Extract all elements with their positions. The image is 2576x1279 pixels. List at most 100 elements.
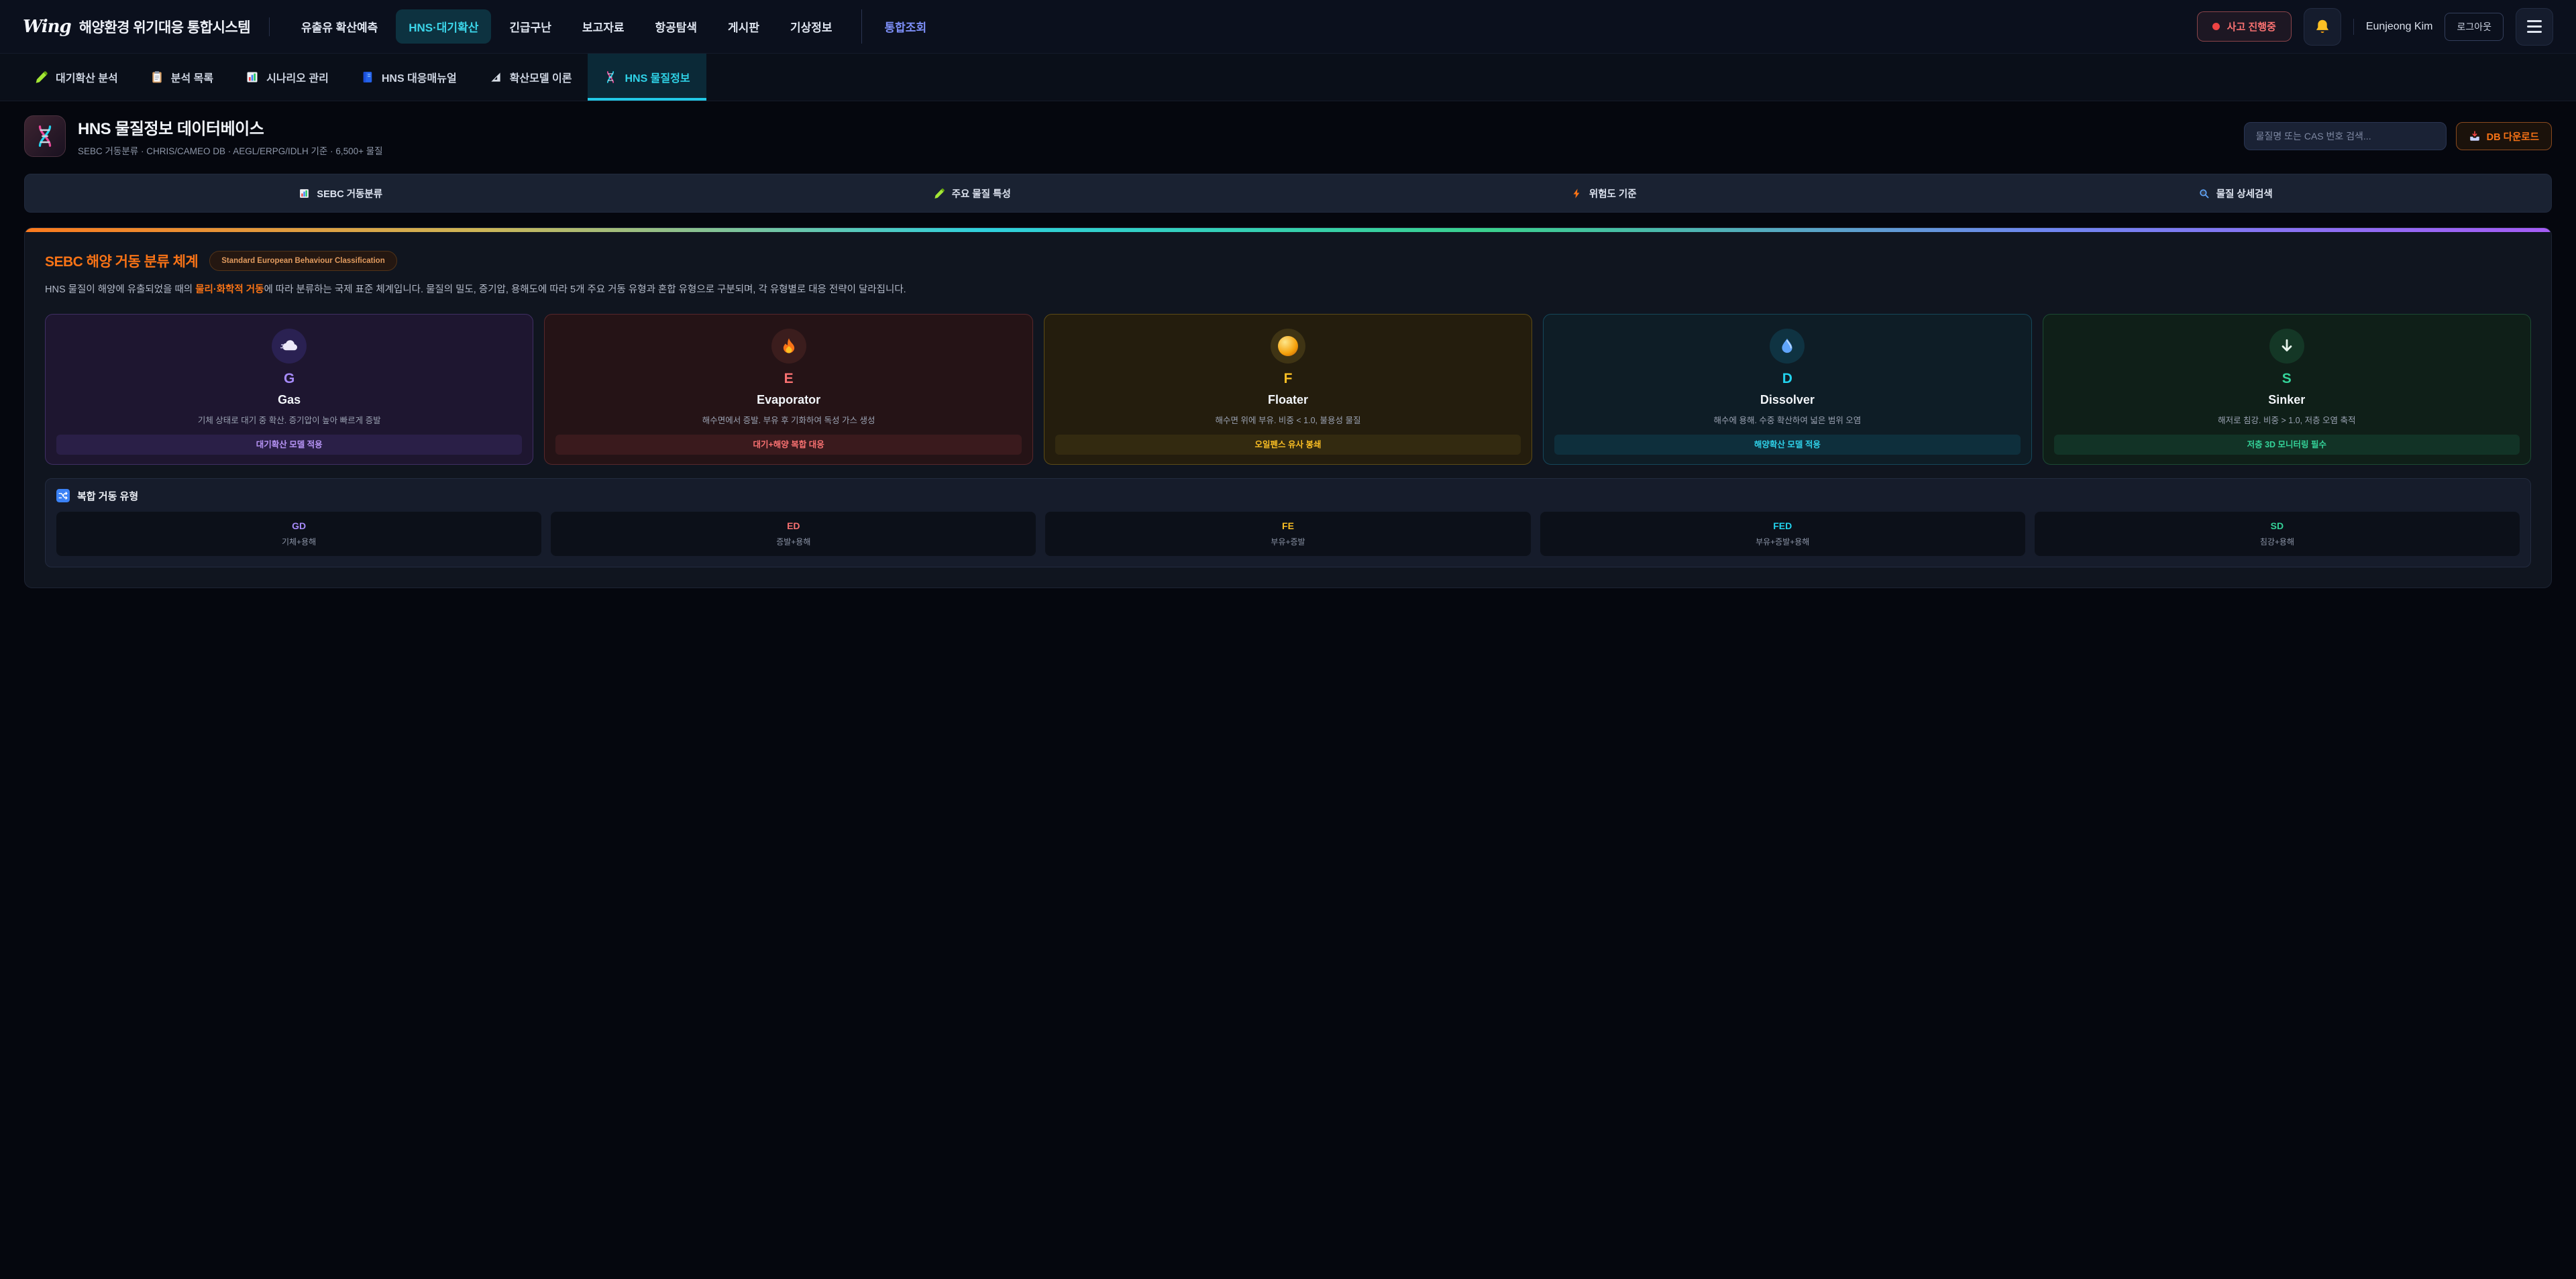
behavior-name: Floater bbox=[1055, 393, 1521, 407]
red-dot-icon bbox=[2212, 23, 2220, 30]
page-header-actions: DB 다운로드 bbox=[2244, 122, 2552, 150]
lightning-icon bbox=[1571, 188, 1582, 199]
complex-items-grid: GD 기체+용해 ED 증발+용해 FE 부유+증발 FED 부유+증발+용해 … bbox=[56, 512, 2520, 556]
tab-sebc-classification[interactable]: SEBC 거동분류 bbox=[25, 174, 657, 212]
triangle-ruler-icon bbox=[489, 70, 502, 84]
menu-item-reports[interactable]: 보고자료 bbox=[570, 9, 637, 44]
section-tabstrip: SEBC 거동분류 주요 물질 특성 위험도 기준 물질 상세검색 bbox=[24, 174, 2552, 213]
behavior-card-dissolver[interactable]: D Dissolver 해수에 용해. 수중 확산하여 넓은 범위 오염 해양확… bbox=[1543, 314, 2031, 465]
bell-icon bbox=[2314, 18, 2331, 36]
subtab-scenario-management[interactable]: 시나리오 관리 bbox=[229, 54, 345, 101]
complex-code: FE bbox=[1282, 520, 1294, 531]
card-icon-circle bbox=[1271, 329, 1305, 364]
yellow-circle-icon bbox=[1278, 336, 1298, 356]
sub-navbar: 대기확산 분석 분석 목록 시나리오 관리 HNS 대응매뉴얼 bbox=[0, 54, 2576, 101]
droplet-icon bbox=[1778, 337, 1796, 355]
complex-behavior-section: 복합 거동 유형 GD 기체+용해 ED 증발+용해 FE 부유+증발 FED … bbox=[45, 478, 2531, 567]
behavior-card-evaporator[interactable]: E Evaporator 해수면에서 증발. 부유 후 기화하여 독성 가스 생… bbox=[544, 314, 1032, 465]
tab-label: 주요 물질 특성 bbox=[952, 186, 1011, 201]
db-download-button[interactable]: DB 다운로드 bbox=[2456, 122, 2552, 150]
behavior-code: D bbox=[1554, 371, 2020, 387]
complex-code: GD bbox=[292, 520, 306, 531]
behavior-card-gas[interactable]: G Gas 기체 상태로 대기 중 확산. 증기압이 높아 빠르게 증발 대기확… bbox=[45, 314, 533, 465]
complex-item-fe[interactable]: FE 부유+증발 bbox=[1045, 512, 1530, 556]
tab-key-properties[interactable]: 주요 물질 특성 bbox=[657, 174, 1289, 212]
divider bbox=[269, 17, 270, 36]
clipboard-icon bbox=[150, 70, 164, 84]
brand[interactable]: Wing 해양환경 위기대응 통합시스템 bbox=[23, 17, 250, 37]
tab-label: 위험도 기준 bbox=[1589, 186, 1637, 201]
menu-item-weather[interactable]: 기상정보 bbox=[777, 9, 845, 44]
description-highlight: 물리·화학적 거동 bbox=[195, 284, 264, 295]
page-header: HNS 물질정보 데이터베이스 SEBC 거동분류 · CHRIS/CAMEO … bbox=[0, 101, 2576, 170]
divider bbox=[2353, 19, 2354, 35]
tab-risk-criteria[interactable]: 위험도 기준 bbox=[1288, 174, 1920, 212]
behavior-desc: 기체 상태로 대기 중 확산. 증기압이 높아 빠르게 증발 bbox=[56, 413, 522, 426]
shuffle-icon bbox=[56, 489, 70, 502]
card-icon-circle bbox=[2269, 329, 2304, 364]
menu-item-hns-dispersion[interactable]: HNS·대기확산 bbox=[396, 9, 491, 44]
subtab-label: HNS 물질정보 bbox=[625, 69, 690, 85]
behavior-code: S bbox=[2054, 371, 2520, 387]
complex-item-fed[interactable]: FED 부유+증발+용해 bbox=[1540, 512, 2025, 556]
behavior-tag: 대기+해양 복합 대응 bbox=[555, 435, 1021, 455]
top-navbar: Wing 해양환경 위기대응 통합시스템 유출유 확산예측 HNS·대기확산 긴… bbox=[0, 0, 2576, 54]
search-icon bbox=[2198, 188, 2210, 199]
complex-section-header: 복합 거동 유형 bbox=[56, 489, 2520, 503]
user-name: Eunjeong Kim bbox=[2366, 21, 2433, 33]
complex-item-gd[interactable]: GD 기체+용해 bbox=[56, 512, 541, 556]
behavior-tag: 해양확산 모델 적용 bbox=[1554, 435, 2020, 455]
subtab-hns-substance-info[interactable]: HNS 물질정보 bbox=[588, 54, 706, 101]
complex-label: 기체+용해 bbox=[282, 536, 316, 547]
menu-item-rescue[interactable]: 긴급구난 bbox=[496, 9, 564, 44]
menu-item-integrated-search[interactable]: 통합조회 bbox=[861, 9, 940, 44]
sebc-main-card: SEBC 해양 거동 분류 체계 Standard European Behav… bbox=[24, 227, 2552, 588]
subtab-label: 분석 목록 bbox=[171, 69, 213, 85]
sebc-section-header: SEBC 해양 거동 분류 체계 Standard European Behav… bbox=[45, 251, 2531, 271]
hamburger-icon bbox=[2527, 20, 2542, 33]
menu-item-board[interactable]: 게시판 bbox=[715, 9, 772, 44]
behavior-desc: 해수에 용해. 수중 확산하여 넓은 범위 오염 bbox=[1554, 413, 2020, 426]
complex-item-ed[interactable]: ED 증발+용해 bbox=[551, 512, 1036, 556]
behavior-desc: 해수면 위에 부유. 비중 < 1.0, 불용성 물질 bbox=[1055, 413, 1521, 426]
subtab-label: 시나리오 관리 bbox=[266, 69, 329, 85]
gas-cloud-icon bbox=[279, 336, 299, 356]
card-icon-circle bbox=[1770, 329, 1805, 364]
subtab-atmos-analysis[interactable]: 대기확산 분석 bbox=[19, 54, 134, 101]
page-header-text: HNS 물질정보 데이터베이스 SEBC 거동분류 · CHRIS/CAMEO … bbox=[78, 115, 383, 157]
page-subtitle: SEBC 거동분류 · CHRIS/CAMEO DB · AEGL/ERPG/I… bbox=[78, 144, 383, 157]
description-text: HNS 물질이 해양에 유출되었을 때의 bbox=[45, 284, 195, 295]
incident-status-badge[interactable]: 사고 진행중 bbox=[2197, 11, 2292, 42]
tab-label: 물질 상세검색 bbox=[2216, 186, 2273, 201]
subtab-hns-manual[interactable]: HNS 대응매뉴얼 bbox=[345, 54, 473, 101]
complex-label: 부유+증발+용해 bbox=[1756, 536, 1809, 547]
incident-badge-label: 사고 진행중 bbox=[2227, 19, 2276, 34]
page-title: HNS 물질정보 데이터베이스 bbox=[78, 115, 383, 139]
behavior-name: Dissolver bbox=[1554, 393, 2020, 407]
behavior-card-sinker[interactable]: S Sinker 해저로 침강. 비중 > 1.0, 저층 오염 축적 저층 3… bbox=[2043, 314, 2531, 465]
book-icon bbox=[361, 70, 374, 84]
menu-item-oil-spill[interactable]: 유출유 확산예측 bbox=[288, 9, 390, 44]
behavior-name: Gas bbox=[56, 393, 522, 407]
behavior-tag: 대기확산 모델 적용 bbox=[56, 435, 522, 455]
bar-chart-icon bbox=[299, 188, 310, 199]
logout-button[interactable]: 로그아웃 bbox=[2445, 13, 2504, 41]
card-icon-circle bbox=[272, 329, 307, 364]
wing-logo: Wing bbox=[23, 17, 71, 37]
description-text: 에 따라 분류하는 국제 표준 체계입니다. 물질의 밀도, 증기압, 용해도에… bbox=[264, 284, 906, 295]
notifications-button[interactable] bbox=[2304, 8, 2341, 46]
subtab-analysis-list[interactable]: 분석 목록 bbox=[134, 54, 229, 101]
tab-label: SEBC 거동분류 bbox=[317, 186, 382, 201]
bar-chart-icon bbox=[246, 70, 259, 84]
behavior-card-floater[interactable]: F Floater 해수면 위에 부유. 비중 < 1.0, 불용성 물질 오일… bbox=[1044, 314, 1532, 465]
tab-substance-detail-search[interactable]: 물질 상세검색 bbox=[1920, 174, 2552, 212]
complex-item-sd[interactable]: SD 침강+용해 bbox=[2035, 512, 2520, 556]
substance-search-input[interactable] bbox=[2244, 122, 2447, 150]
menu-item-aerial-search[interactable]: 항공탐색 bbox=[642, 9, 710, 44]
subtab-model-theory[interactable]: 확산모델 이론 bbox=[473, 54, 588, 101]
pencil-icon bbox=[934, 188, 945, 199]
behavior-cards-grid: G Gas 기체 상태로 대기 중 확산. 증기압이 높아 빠르게 증발 대기확… bbox=[45, 314, 2531, 465]
card-icon-circle bbox=[771, 329, 806, 364]
complex-code: FED bbox=[1773, 520, 1792, 531]
hamburger-menu-button[interactable] bbox=[2516, 8, 2553, 46]
